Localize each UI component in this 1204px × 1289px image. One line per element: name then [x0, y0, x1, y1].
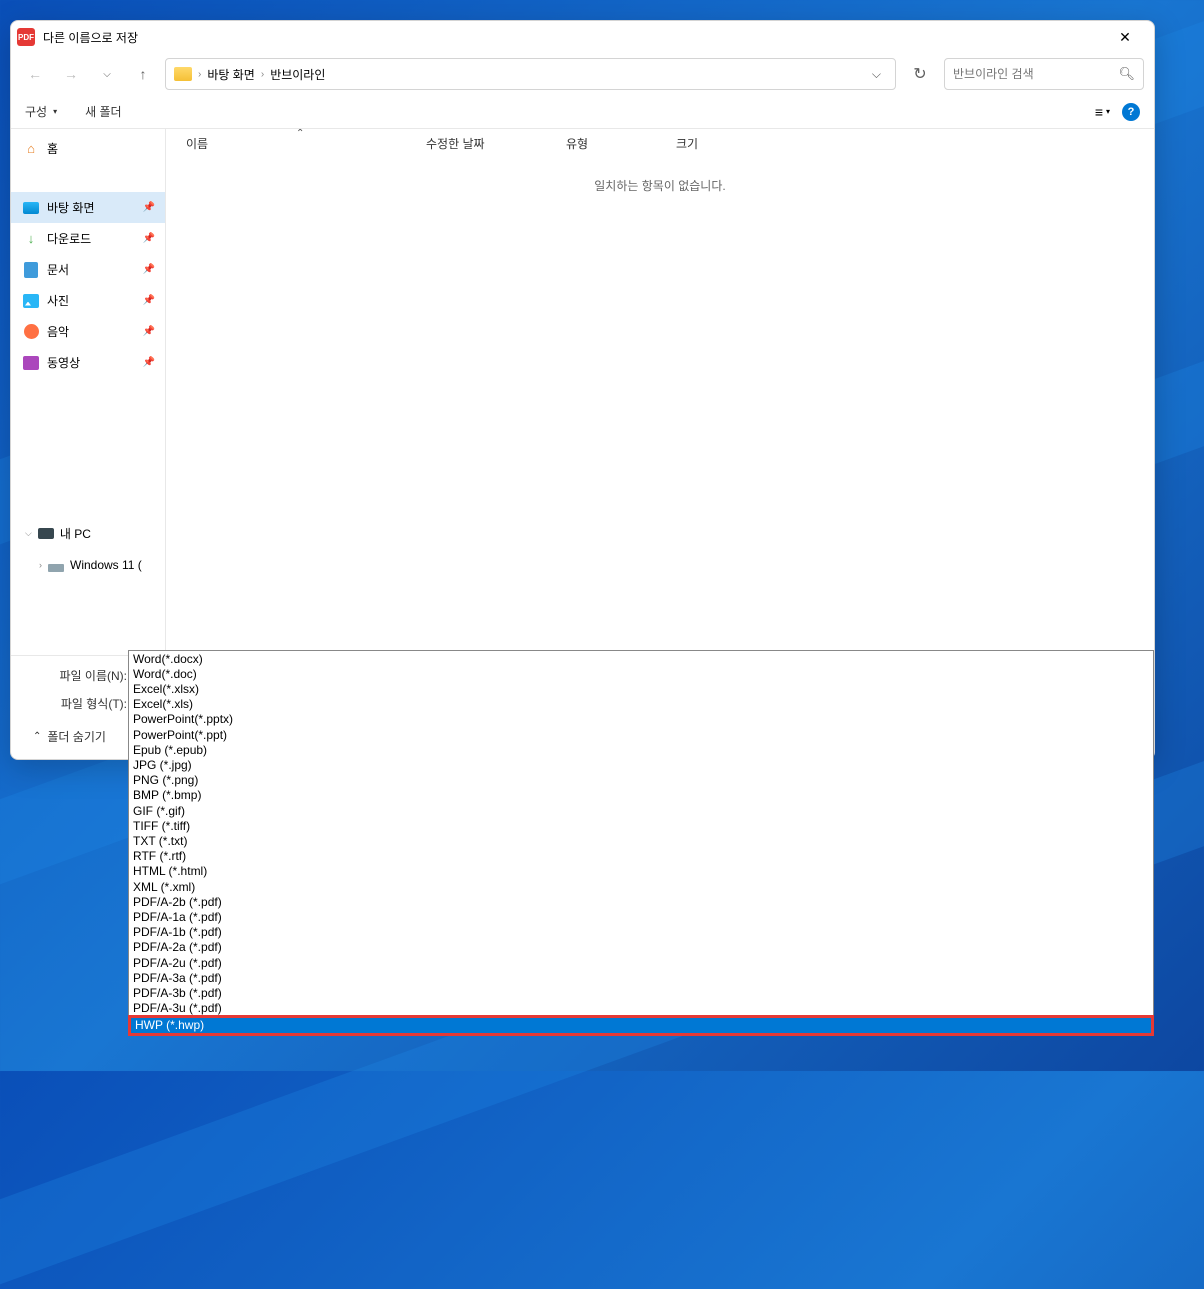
close-button[interactable]: ✕ — [1102, 22, 1148, 52]
filetype-option[interactable]: HTML (*.html) — [129, 864, 1153, 879]
filetype-option[interactable]: PDF/A-2u (*.pdf) — [129, 955, 1153, 970]
filetype-option[interactable]: Excel(*.xlsx) — [129, 681, 1153, 696]
filetype-option[interactable]: PowerPoint(*.pptx) — [129, 712, 1153, 727]
folder-icon — [174, 67, 192, 81]
pin-icon: 📌 — [143, 202, 155, 213]
address-bar[interactable]: › 바탕 화면 › 반브이라인 ⌵ — [165, 58, 896, 90]
filetype-option[interactable]: RTF (*.rtf) — [129, 849, 1153, 864]
empty-message: 일치하는 항목이 없습니다. — [166, 177, 1154, 194]
pin-icon: 📌 — [143, 295, 155, 306]
save-as-dialog: PDF 다른 이름으로 저장 ✕ ← → ⌵ ↑ › 바탕 화면 › 반브이라인… — [10, 20, 1155, 760]
filetype-option[interactable]: BMP (*.bmp) — [129, 788, 1153, 803]
filetype-option[interactable]: GIF (*.gif) — [129, 803, 1153, 818]
filename-label: 파일 이름(N): — [19, 667, 131, 684]
document-icon — [24, 262, 38, 278]
sidebar-item-videos[interactable]: 동영상 📌 — [11, 347, 165, 378]
filetype-option[interactable]: TXT (*.txt) — [129, 833, 1153, 848]
sidebar-item-music[interactable]: 음악 📌 — [11, 316, 165, 347]
forward-button[interactable]: → — [57, 60, 85, 88]
view-options-button[interactable]: ≡▾ — [1095, 104, 1110, 120]
filetype-label: 파일 형식(T): — [19, 695, 131, 712]
titlebar: PDF 다른 이름으로 저장 ✕ — [11, 21, 1154, 53]
filetype-option[interactable]: PDF/A-1b (*.pdf) — [129, 925, 1153, 940]
sidebar-item-documents[interactable]: 문서 📌 — [11, 254, 165, 285]
home-icon: ⌂ — [23, 141, 39, 157]
column-name[interactable]: 이름 — [186, 135, 426, 152]
back-button[interactable]: ← — [21, 60, 49, 88]
help-icon[interactable]: ? — [1122, 103, 1140, 121]
sidebar-home[interactable]: ⌂ 홈 — [11, 133, 165, 164]
sidebar-item-pictures[interactable]: 사진 📌 — [11, 285, 165, 316]
sidebar-item-desktop[interactable]: 바탕 화면 📌 — [11, 192, 165, 223]
dialog-title: 다른 이름으로 저장 — [43, 29, 1102, 46]
pin-icon: 📌 — [143, 233, 155, 244]
address-dropdown-icon[interactable]: ⌵ — [872, 67, 881, 82]
filetype-option[interactable]: PDF/A-3b (*.pdf) — [129, 985, 1153, 1000]
navigation-bar: ← → ⌵ ↑ › 바탕 화면 › 반브이라인 ⌵ ↻ 🔍︎ — [11, 53, 1154, 95]
search-input[interactable] — [953, 67, 1118, 81]
filetype-option[interactable]: PDF/A-2a (*.pdf) — [129, 940, 1153, 955]
breadcrumb-item[interactable]: 바탕 화면 — [207, 66, 255, 83]
filetype-option[interactable]: PDF/A-1a (*.pdf) — [129, 909, 1153, 924]
drive-icon — [48, 564, 64, 572]
sidebar-item-downloads[interactable]: ↓ 다운로드 📌 — [11, 223, 165, 254]
recent-locations-button[interactable]: ⌵ — [93, 60, 121, 88]
up-button[interactable]: ↑ — [129, 60, 157, 88]
chevron-right-icon: › — [198, 69, 201, 80]
filetype-option[interactable]: PowerPoint(*.ppt) — [129, 727, 1153, 742]
sidebar-item-this-pc[interactable]: ⌵ 내 PC — [11, 518, 165, 549]
pc-icon — [38, 528, 54, 539]
organize-button[interactable]: 구성▾ — [25, 103, 57, 120]
filetype-option[interactable]: XML (*.xml) — [129, 879, 1153, 894]
filetype-option[interactable]: JPG (*.jpg) — [129, 757, 1153, 772]
sidebar: ⌂ 홈 바탕 화면 📌 ↓ 다운로드 📌 문서 📌 사진 — [11, 129, 166, 655]
expand-icon[interactable]: › — [39, 560, 42, 570]
new-folder-button[interactable]: 새 폴더 — [85, 103, 121, 120]
pin-icon: 📌 — [143, 326, 155, 337]
filetype-option[interactable]: Excel(*.xls) — [129, 697, 1153, 712]
music-icon — [24, 324, 39, 339]
file-list-area: ⌃ 이름 수정한 날짜 유형 크기 일치하는 항목이 없습니다. — [166, 129, 1154, 655]
column-size[interactable]: 크기 — [676, 135, 756, 152]
breadcrumb-item[interactable]: 반브이라인 — [270, 66, 325, 83]
toolbar: 구성▾ 새 폴더 ≡▾ ? — [11, 95, 1154, 129]
column-headers: ⌃ 이름 수정한 날짜 유형 크기 — [166, 129, 1154, 159]
search-box[interactable]: 🔍︎ — [944, 58, 1144, 90]
download-icon: ↓ — [23, 231, 39, 247]
chevron-right-icon: › — [261, 69, 264, 80]
search-icon[interactable]: 🔍︎ — [1118, 66, 1135, 82]
chevron-up-icon: ⌃ — [33, 731, 41, 742]
filetype-option[interactable]: HWP (*.hwp) — [128, 1015, 1154, 1036]
filetype-dropdown-list[interactable]: Word(*.docx)Word(*.doc)Excel(*.xlsx)Exce… — [128, 650, 1154, 1036]
column-type[interactable]: 유형 — [566, 135, 676, 152]
desktop-icon — [23, 202, 39, 214]
filetype-option[interactable]: PDF/A-3u (*.pdf) — [129, 1001, 1153, 1016]
video-icon — [23, 356, 39, 370]
column-date[interactable]: 수정한 날짜 — [426, 135, 566, 152]
refresh-button[interactable]: ↻ — [904, 60, 936, 88]
filetype-option[interactable]: TIFF (*.tiff) — [129, 818, 1153, 833]
pin-icon: 📌 — [143, 357, 155, 368]
collapse-icon[interactable]: ⌵ — [25, 528, 32, 539]
sort-arrow-icon[interactable]: ⌃ — [296, 129, 304, 139]
filetype-option[interactable]: PDF/A-3a (*.pdf) — [129, 970, 1153, 985]
filetype-option[interactable]: Word(*.doc) — [129, 666, 1153, 681]
pictures-icon — [23, 294, 39, 308]
filetype-option[interactable]: PDF/A-2b (*.pdf) — [129, 894, 1153, 909]
filetype-option[interactable]: Word(*.docx) — [129, 651, 1153, 666]
filetype-option[interactable]: Epub (*.epub) — [129, 742, 1153, 757]
filetype-option[interactable]: PNG (*.png) — [129, 773, 1153, 788]
app-icon: PDF — [17, 28, 35, 46]
sidebar-item-drive[interactable]: › Windows 11 ( — [11, 549, 165, 580]
pin-icon: 📌 — [143, 264, 155, 275]
